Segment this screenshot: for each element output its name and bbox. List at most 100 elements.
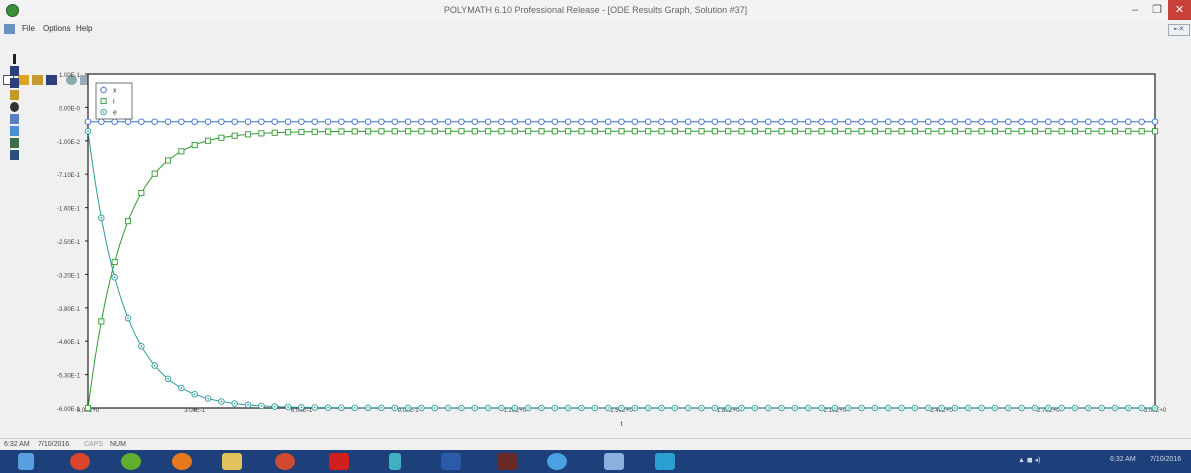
browser-icon[interactable]	[121, 453, 141, 470]
data-point-center-e	[140, 345, 143, 348]
data-point-i	[578, 128, 585, 135]
data-point-center-e	[233, 402, 236, 405]
data-point-x	[858, 118, 865, 125]
menu-options[interactable]: Options	[43, 24, 71, 33]
menu-help[interactable]: Help	[76, 24, 92, 33]
store-icon[interactable]	[389, 453, 401, 470]
data-point-x	[284, 118, 292, 125]
data-point-center-e	[847, 407, 850, 409]
data-point-center-e	[527, 407, 530, 409]
data-point-center-e	[820, 407, 823, 409]
data-point-x	[631, 118, 639, 125]
data-point-x	[1138, 118, 1145, 125]
data-point-i	[311, 128, 318, 135]
data-point-i	[831, 128, 838, 135]
data-point-x	[498, 118, 505, 125]
data-point-center-e	[1154, 407, 1156, 409]
data-point-x	[684, 118, 692, 125]
skype-icon[interactable]	[655, 453, 675, 470]
data-point-x	[764, 118, 772, 125]
data-point-i	[591, 128, 598, 135]
data-point-i	[1111, 128, 1119, 135]
data-point-center-e	[327, 406, 329, 409]
data-point-center-e	[647, 407, 650, 409]
data-point-i	[858, 128, 865, 135]
legend-label-x: x	[113, 88, 117, 95]
mdi-controls[interactable]: ▪▫✕	[1168, 24, 1190, 36]
data-point-center-e	[700, 407, 703, 409]
data-point-i	[645, 128, 652, 135]
data-point-x	[564, 118, 572, 125]
data-point-center-e	[540, 407, 543, 409]
data-point-i	[845, 128, 852, 135]
data-point-i	[1098, 128, 1105, 135]
y-tick-label: 1.00E-1	[59, 73, 81, 79]
polymath-icon[interactable]	[604, 453, 624, 470]
chrome-icon[interactable]	[70, 453, 90, 470]
matlab-icon[interactable]	[547, 453, 567, 470]
data-point-x	[831, 118, 839, 125]
data-point-x	[644, 118, 652, 125]
data-point-x	[1045, 118, 1052, 125]
file-explorer-icon[interactable]	[222, 453, 242, 470]
data-point-center-e	[994, 407, 996, 409]
firefox-icon[interactable]	[172, 453, 192, 470]
data-point-i	[791, 128, 798, 135]
acrobat-icon[interactable]	[329, 453, 349, 470]
maximize-button[interactable]: ❐	[1146, 0, 1168, 20]
data-point-x	[578, 118, 585, 125]
data-point-center-e	[580, 407, 583, 409]
word-icon[interactable]	[441, 453, 461, 470]
data-point-x	[378, 118, 385, 125]
data-point-x	[1031, 118, 1039, 125]
toolbar	[0, 36, 1191, 85]
data-point-i	[458, 128, 465, 135]
data-point-x	[778, 118, 785, 125]
menu-file[interactable]: File	[22, 24, 35, 33]
data-point-x	[124, 118, 132, 125]
data-point-i	[485, 128, 492, 135]
data-point-i	[991, 128, 998, 135]
legend-label-e: e	[113, 110, 117, 117]
data-point-center-e	[433, 407, 436, 409]
data-point-center-e	[353, 406, 356, 409]
data-point-x	[1071, 118, 1079, 125]
data-point-i	[338, 128, 345, 135]
data-point-center-e	[1127, 407, 1130, 409]
data-point-i	[164, 157, 172, 164]
y-tick-label: -1.00E-2	[57, 140, 81, 146]
data-point-i	[405, 128, 412, 135]
data-point-center-e	[1060, 407, 1063, 409]
data-point-i	[765, 128, 772, 135]
data-point-center-e	[340, 406, 343, 409]
data-point-center-e	[633, 407, 636, 409]
data-point-i	[925, 128, 932, 135]
status-num: NUM	[110, 441, 126, 448]
data-point-center-e	[593, 407, 596, 409]
tray-date[interactable]: 7/10/2016	[1150, 456, 1181, 463]
document-icon[interactable]	[4, 24, 15, 34]
data-point-x	[458, 118, 465, 125]
title-bar: POLYMATH 6.10 Professional Release - [OD…	[0, 0, 1191, 23]
data-point-center-e	[487, 407, 490, 409]
minimize-button[interactable]: –	[1124, 0, 1146, 20]
data-point-center-e	[367, 406, 369, 409]
data-point-i	[911, 128, 918, 135]
data-point-x	[191, 118, 198, 125]
legend-marker-i	[100, 97, 107, 105]
data-point-x	[738, 118, 745, 125]
tray-icons[interactable]: ▲ ◼ ◂)	[1018, 456, 1040, 464]
data-point-x	[204, 118, 212, 125]
data-point-center-e	[153, 364, 156, 367]
data-point-x	[911, 118, 919, 125]
data-point-i	[1151, 128, 1159, 135]
close-button[interactable]: ✕	[1168, 0, 1191, 20]
maple-icon[interactable]	[497, 453, 517, 470]
start-icon[interactable]	[18, 453, 34, 470]
media-player-icon[interactable]	[275, 453, 295, 470]
tray-time[interactable]: 6:32 AM	[1110, 456, 1136, 463]
y-tick-label: -5.30E-1	[57, 374, 81, 380]
data-point-x	[404, 118, 412, 125]
data-point-center-e	[940, 407, 943, 409]
data-point-x	[364, 118, 372, 125]
